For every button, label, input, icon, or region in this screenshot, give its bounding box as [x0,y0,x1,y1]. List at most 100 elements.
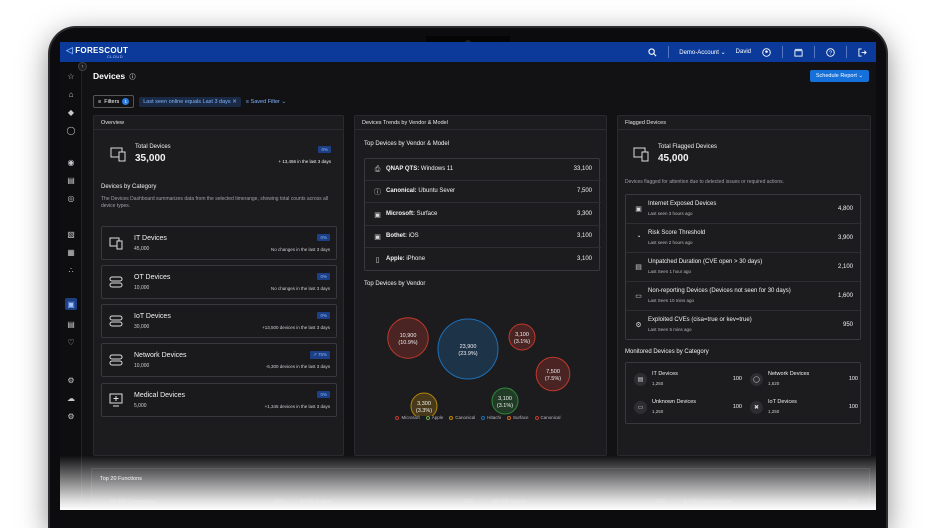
monitor-icon [108,235,124,251]
category-heading: Devices by Category [101,184,157,190]
list-item[interactable]: ⎙ QNAP QTS: Windows 11 33,100 [365,159,601,181]
legend-dot-icon [449,415,454,420]
star-icon[interactable]: ☆ [65,70,77,82]
category-card-network[interactable]: Network Devices 10,000 ↗ 75% -6,300 devi… [101,343,337,377]
heart-icon[interactable]: ♡ [65,336,77,348]
function-item[interactable]: 4,700 Switch [300,499,332,505]
monitored-name: IoT Devices [768,399,797,405]
list-item[interactable]: ▣ Internet Exposed Devices Last seen 3 h… [626,195,862,224]
vendor-name: Canonical: [386,188,417,194]
category-description: The Devices Dashboard summarizes data fr… [101,196,329,209]
list-item[interactable]: ▯ Apple: iPhone 3,100 [365,249,601,271]
legend-dot-icon [395,415,400,420]
legend-item[interactable]: Hitachi [481,415,501,420]
list-item[interactable]: ▣ Microsoft: Surface 3,300 [365,204,601,226]
function-item[interactable]: 18,500 Server [492,499,527,505]
top-vendor-model-heading: Top Devices by Vendor & Model [364,141,450,147]
cloud-icon[interactable]: ☁ [65,392,77,404]
bubble-hitachi[interactable]: 3,100(3.1%) [508,323,536,351]
model-name: Surface [416,211,438,217]
monitored-name: IT Devices [652,371,678,377]
list-icon[interactable]: ▤ [65,318,77,330]
category-card-medical[interactable]: Medical Devices 5,000 0% +1,345 devices … [101,383,337,417]
legend-item[interactable]: Microsoft [395,415,420,420]
account-selector[interactable]: Demo-Account ⌄ [679,49,725,56]
list-item[interactable]: ⚙ Exploited CVEs (cisa=true or kev=true)… [626,311,862,340]
close-icon[interactable]: ✕ [232,99,237,105]
legend-item[interactable]: Canonical [534,415,561,420]
store-icon[interactable] [793,47,804,58]
monitored-item[interactable]: ✖ IoT Devices 1,250 100 [748,395,860,421]
list-item[interactable]: ⓘ Canonical: Ubuntu Sever 7,500 [365,181,601,203]
devices-icon[interactable]: ▣ [65,298,77,310]
user-name[interactable]: David [736,49,751,55]
bubble-value-label: 3,300 [417,401,431,407]
help-icon[interactable]: ? [825,47,836,58]
flag-value: 4,800 [837,206,853,212]
function-value: 100 [274,499,284,505]
saved-filter-dropdown[interactable]: ≡ Saved Filter ⌄ [246,99,286,105]
home-icon[interactable]: ⌂ [65,88,77,100]
alert-shield-icon[interactable]: ◎ [65,192,77,204]
nodes-icon[interactable]: ∴ [65,264,77,276]
category-count: 30,000 [134,324,150,330]
user-avatar-icon[interactable] [761,47,772,58]
list-item[interactable]: ▤ Unpatched Duration (CVE open > 30 days… [626,253,862,282]
vendor-name: Microsoft: [386,211,415,217]
function-item[interactable]: 28,000 Computers [110,499,155,505]
list-item[interactable]: ▣ Bothet: iOS 3,100 [365,226,601,248]
bubble-canonical[interactable]: 23,900(23.9%) [437,318,499,380]
phone-icon: ▯ [375,256,380,264]
filter-chip-label: Last seen online equals Last 3 days [143,98,231,105]
bubble-apple[interactable]: 3,300(3.3%) [410,392,438,416]
schedule-report-label: Schedule Report [815,73,857,79]
category-card-ot[interactable]: OT Devices 10,000 0% No changes in the l… [101,265,337,299]
globe-icon[interactable]: ◯ [65,124,77,136]
svg-text:?: ? [829,50,832,56]
vendor-value: 33,100 [573,166,592,172]
account-name: Demo-Account [679,49,719,56]
category-name: IoT Devices [134,313,171,320]
divider [846,46,847,58]
chart-legend: Microsoft Apple Canonical Hitachi Surface Can… [355,415,601,420]
bubble-microsoft[interactable]: 10,900(10.9%) [387,317,429,359]
legend-item[interactable]: Surface [507,415,529,420]
list-item[interactable]: ▭ Non-reporting Devices (Devices not see… [626,282,862,311]
gear-icon[interactable]: ⚙ [65,410,77,422]
overview-panel: Overview Total Devices 35,000 0% + 13,45… [93,115,344,456]
settings-icon[interactable]: ⚙ [65,374,77,386]
schedule-report-button[interactable]: Schedule Report ⌄ [809,70,869,82]
total-devices-value: 35,000 [135,153,166,164]
dashboard-icon[interactable]: ◉ [65,156,77,168]
filters-button[interactable]: ≡ Filters 1 [93,95,135,108]
briefcase-icon[interactable]: ▧ [65,228,77,240]
flagged-title: Flagged Devices [618,116,870,130]
monitored-item[interactable]: ◯ Network Devices 1,520 100 [748,367,860,393]
flag-name: Non-reporting Devices (Devices not seen … [648,288,791,294]
list-item[interactable]: ◔ Risk Score Threshold Last seen 2 hours… [626,224,862,253]
bubble-canonical[interactable]: 7,500(7.5%) [535,356,571,392]
category-card-it[interactable]: IT Devices 45,000 0% No changes in the l… [101,226,337,260]
category-card-iot[interactable]: IoT Devices 30,000 0% +13,500 devices in… [101,304,337,338]
bubble-surface[interactable]: 3,100(3.1%) [491,387,519,415]
filter-icon: ≡ [98,98,102,105]
function-item[interactable]: 6,500 Cybersecurity [684,499,733,505]
legend-item[interactable]: Apple [425,415,443,420]
shield-icon[interactable]: ◆ [65,106,77,118]
logout-icon[interactable] [857,47,868,58]
legend-label: Hitachi [487,415,502,420]
bubble-pct-label: (3.1%) [497,403,513,409]
filter-chip[interactable]: Last seen online equals Last 3 days ✕ [139,96,241,107]
info-icon: ⓘ [374,188,381,196]
search-icon[interactable] [647,47,658,58]
category-name: Network Devices [134,352,187,359]
database-icon[interactable]: ▦ [65,246,77,258]
monitored-item[interactable]: ▭ Unknown Devices 1,250 100 [632,395,744,421]
category-pct-badge: 0% [317,273,330,280]
report-icon[interactable]: ▤ [65,174,77,186]
help-circle-icon[interactable]: ⓘ [130,75,136,81]
monitored-item[interactable]: ▤ IT Devices 1,250 100 [632,367,744,393]
legend-item[interactable]: Canonical [449,415,475,420]
category-pct-badge: 0% [317,234,330,241]
flag-value: 2,100 [837,264,853,270]
